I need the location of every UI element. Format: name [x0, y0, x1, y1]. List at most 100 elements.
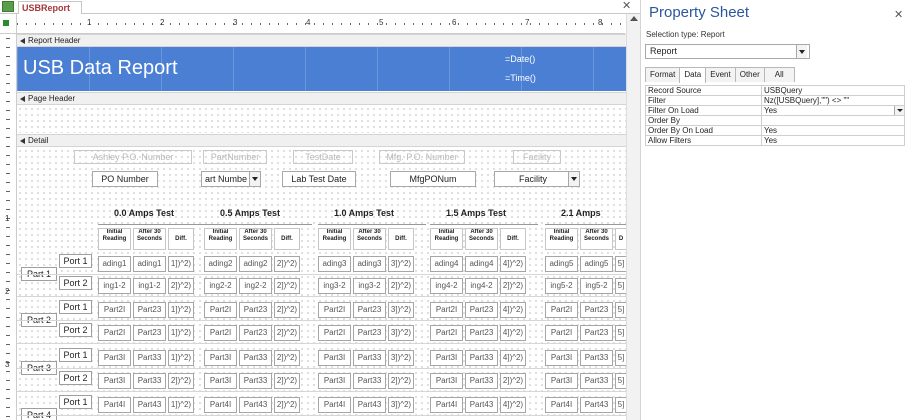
facility-combo[interactable]: Facility	[494, 171, 580, 187]
reading-cell[interactable]: Part4I	[545, 397, 578, 413]
scroll-up-icon[interactable]	[630, 16, 638, 21]
port-label[interactable]: Port 2	[59, 371, 92, 385]
reading-cell[interactable]: Part33	[465, 350, 498, 366]
reading-cell[interactable]: 3])^2)	[388, 256, 414, 272]
reading-cell[interactable]: 5]	[615, 373, 626, 389]
reading-cell[interactable]: 2])^2)	[388, 373, 414, 389]
property-value[interactable]	[761, 115, 905, 126]
reading-cell[interactable]: Part43	[133, 397, 166, 413]
reading-cell[interactable]: 3])^2)	[388, 397, 414, 413]
subheading[interactable]: D	[615, 228, 626, 250]
reading-cell[interactable]: Part33	[580, 350, 613, 366]
reading-cell[interactable]: 4])^2)	[500, 302, 526, 318]
field-label[interactable]: Mfg. P.O. Number	[379, 150, 465, 164]
reading-cell[interactable]: ing3-2	[353, 278, 386, 294]
property-row[interactable]: Order By On Load Yes	[645, 125, 905, 136]
reading-cell[interactable]: ading5	[580, 256, 613, 272]
field-label[interactable]: TestDate	[293, 150, 353, 164]
reading-cell[interactable]: Part33	[133, 373, 166, 389]
document-tab[interactable]: USBReport	[18, 1, 82, 14]
vertical-ruler[interactable]: 1 2 3	[0, 34, 17, 420]
reading-cell[interactable]: Part3I	[430, 350, 463, 366]
reading-cell[interactable]: 2])^2)	[168, 373, 194, 389]
reading-cell[interactable]: Part33	[580, 373, 613, 389]
reading-cell[interactable]: 1])^2)	[168, 397, 194, 413]
reading-cell[interactable]: ing1-2	[133, 278, 166, 294]
amps-test-heading[interactable]: 1.5 Amps Test	[446, 208, 536, 218]
subheading[interactable]: Diff.	[274, 228, 300, 250]
reading-cell[interactable]: Part23	[580, 302, 613, 318]
reading-cell[interactable]: Part23	[353, 302, 386, 318]
reading-cell[interactable]: Part33	[133, 350, 166, 366]
reading-cell[interactable]: Part33	[239, 373, 272, 389]
subheading[interactable]: Initial Reading	[98, 228, 131, 250]
reading-cell[interactable]: 5]	[615, 325, 626, 341]
reading-cell[interactable]: Part3I	[318, 373, 351, 389]
property-row[interactable]: Allow Filters Yes	[645, 135, 905, 146]
reading-cell[interactable]: Part2I	[98, 302, 131, 318]
reading-cell[interactable]: 5]	[615, 302, 626, 318]
property-value[interactable]: USBQuery	[761, 85, 905, 96]
amps-test-heading[interactable]: 1.0 Amps Test	[334, 208, 424, 218]
property-row[interactable]: Order By	[645, 115, 905, 126]
dropdown-arrow-icon[interactable]	[568, 172, 579, 186]
horizontal-ruler[interactable]: 1 2 3 4 5 6 7 8	[17, 14, 625, 34]
po-number-field[interactable]: PO Number	[92, 171, 158, 187]
date-field[interactable]: =Date()	[505, 54, 535, 64]
reading-cell[interactable]: ading5	[545, 256, 578, 272]
property-row[interactable]: Filter Nz([USBQuery],"") <> ""	[645, 95, 905, 106]
reading-cell[interactable]: Part4I	[98, 397, 131, 413]
subheading[interactable]: After 30 Seconds	[239, 228, 272, 250]
reading-cell[interactable]: ading3	[318, 256, 351, 272]
tab-all[interactable]: All	[763, 67, 795, 82]
reading-cell[interactable]: 5]	[615, 256, 626, 272]
tab-event[interactable]: Event	[705, 67, 736, 82]
dropdown-arrow-icon[interactable]	[894, 106, 904, 115]
reading-cell[interactable]: Part2I	[204, 302, 237, 318]
time-field[interactable]: =Time()	[505, 73, 536, 83]
reading-cell[interactable]: 1])^2)	[168, 350, 194, 366]
reading-cell[interactable]: ading2	[239, 256, 272, 272]
reading-cell[interactable]: Part2I	[318, 325, 351, 341]
reading-cell[interactable]: 2])^2)	[274, 256, 300, 272]
subheading[interactable]: After 30 Seconds	[580, 228, 613, 250]
reading-cell[interactable]: 5]	[615, 350, 626, 366]
property-name[interactable]: Allow Filters	[645, 135, 762, 146]
reading-cell[interactable]: ading4	[465, 256, 498, 272]
reading-cell[interactable]: Part2I	[318, 302, 351, 318]
reading-cell[interactable]: 1])^2)	[168, 302, 194, 318]
reading-cell[interactable]: Part33	[353, 350, 386, 366]
port-label[interactable]: Port 1	[59, 348, 92, 362]
reading-cell[interactable]: 4])^2)	[500, 325, 526, 341]
reading-cell[interactable]: Part33	[353, 373, 386, 389]
reading-cell[interactable]: Part3I	[318, 350, 351, 366]
part-label[interactable]: Part 4	[21, 408, 57, 420]
reading-cell[interactable]: ing3-2	[318, 278, 351, 294]
subheading[interactable]: Initial Reading	[204, 228, 237, 250]
reading-cell[interactable]: Part43	[580, 397, 613, 413]
reading-cell[interactable]: Part33	[465, 373, 498, 389]
lab-test-date-field[interactable]: Lab Test Date	[282, 171, 356, 187]
page-header-bar[interactable]: Page Header	[17, 92, 626, 105]
field-label[interactable]: PartNumber	[203, 150, 267, 164]
port-label[interactable]: Port 1	[59, 300, 92, 314]
dropdown-arrow-icon[interactable]	[249, 172, 260, 186]
property-name[interactable]: Record Source	[645, 85, 762, 96]
port-label[interactable]: Port 1	[59, 254, 92, 268]
reading-cell[interactable]: 4])^2)	[500, 350, 526, 366]
reading-cell[interactable]: Part3I	[98, 373, 131, 389]
subheading[interactable]: After 30 Seconds	[133, 228, 166, 250]
property-name[interactable]: Order By On Load	[645, 125, 762, 136]
reading-cell[interactable]: Part4I	[204, 397, 237, 413]
subheading[interactable]: Initial Reading	[318, 228, 351, 250]
property-value[interactable]: Yes	[761, 105, 905, 116]
reading-cell[interactable]: Part23	[133, 302, 166, 318]
property-value[interactable]: Yes	[761, 125, 905, 136]
reading-cell[interactable]: Part4I	[430, 397, 463, 413]
reading-cell[interactable]: Part23	[133, 325, 166, 341]
port-label[interactable]: Port 1	[59, 395, 92, 409]
reading-cell[interactable]: ading3	[353, 256, 386, 272]
reading-cell[interactable]: Part2I	[430, 302, 463, 318]
reading-cell[interactable]: Part23	[465, 325, 498, 341]
reading-cell[interactable]: 2])^2)	[274, 397, 300, 413]
